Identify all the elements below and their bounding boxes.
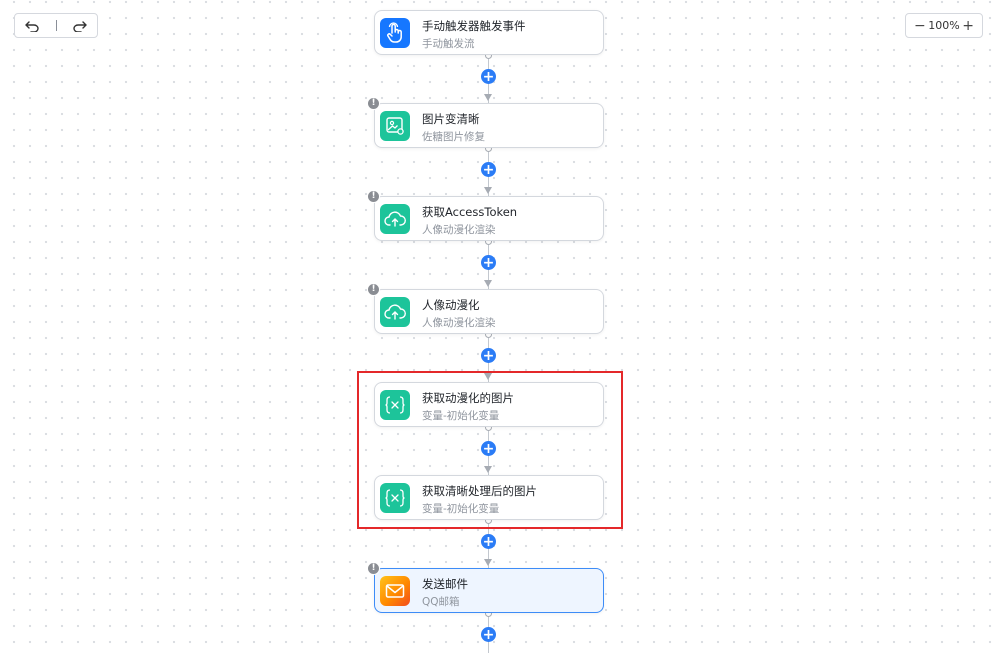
variable-icon: [380, 483, 410, 513]
warning-badge: !: [367, 190, 380, 203]
node-title: 获取动漫化的图片: [422, 391, 514, 405]
connector-arrow: [484, 187, 492, 194]
node-subtitle: QQ邮箱: [422, 596, 460, 608]
flow-node-get-anime-image[interactable]: 获取动漫化的图片 变量-初始化变量: [374, 382, 604, 427]
node-subtitle: 人像动漫化渲染: [422, 224, 496, 236]
flow-node-send-email[interactable]: 发送邮件 QQ邮箱: [374, 568, 604, 613]
flow-node-image-enhance[interactable]: 图片变清晰 佐糖图片修复: [374, 103, 604, 148]
node-title: 获取AccessToken: [422, 205, 518, 219]
add-step-button[interactable]: +: [481, 255, 496, 270]
flow-node-portrait-anime[interactable]: 人像动漫化 人像动漫化渲染: [374, 289, 604, 334]
toolbar-divider: [55, 20, 57, 31]
add-step-button[interactable]: +: [481, 534, 496, 549]
zoom-out-button[interactable]: −: [914, 19, 926, 33]
node-title: 手动触发器触发事件: [422, 19, 526, 33]
add-step-button[interactable]: +: [481, 162, 496, 177]
node-title: 发送邮件: [422, 577, 468, 591]
image-enhance-icon: [380, 111, 410, 141]
hand-pointer-icon: [380, 18, 410, 48]
node-title: 图片变清晰: [422, 112, 480, 126]
warning-badge: !: [367, 283, 380, 296]
node-subtitle: 佐糖图片修复: [422, 131, 485, 143]
undo-icon[interactable]: [25, 20, 39, 32]
node-subtitle: 手动触发流: [422, 38, 475, 50]
connector-arrow: [484, 559, 492, 566]
node-subtitle: 变量-初始化变量: [422, 410, 500, 422]
zoom-in-button[interactable]: +: [962, 19, 974, 33]
node-title: 人像动漫化: [422, 298, 480, 312]
connector-arrow: [484, 280, 492, 287]
mail-icon: [380, 576, 410, 606]
node-subtitle: 变量-初始化变量: [422, 503, 500, 515]
node-title: 获取清晰处理后的图片: [422, 484, 537, 498]
redo-icon[interactable]: [73, 20, 87, 32]
add-step-button[interactable]: +: [481, 348, 496, 363]
undo-redo-toolbar: [14, 13, 98, 38]
node-subtitle: 人像动漫化渲染: [422, 317, 496, 329]
flow-node-trigger[interactable]: 手动触发器触发事件 手动触发流: [374, 10, 604, 55]
connector-arrow: [484, 94, 492, 101]
zoom-control: − 100% +: [905, 13, 983, 38]
flow-node-get-enhanced-image[interactable]: 获取清晰处理后的图片 变量-初始化变量: [374, 475, 604, 520]
warning-badge: !: [367, 562, 380, 575]
flow-node-get-access-token[interactable]: 获取AccessToken 人像动漫化渲染: [374, 196, 604, 241]
warning-badge: !: [367, 97, 380, 110]
variable-icon: [380, 390, 410, 420]
cloud-upload-icon: [380, 204, 410, 234]
add-step-button[interactable]: +: [481, 627, 496, 642]
zoom-level: 100%: [928, 19, 960, 32]
add-step-button[interactable]: +: [481, 69, 496, 84]
cloud-upload-icon: [380, 297, 410, 327]
